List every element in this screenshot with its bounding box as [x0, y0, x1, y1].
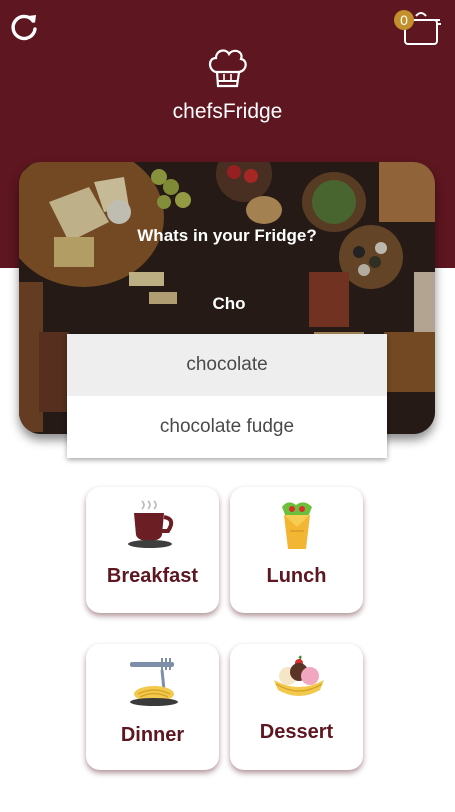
category-dessert-card[interactable]: Dessert	[230, 644, 363, 770]
refresh-icon[interactable]	[9, 12, 39, 42]
fridge-question-label: Whats in your Fridge?	[137, 226, 317, 245]
pasta-plate-icon	[130, 658, 178, 706]
app-title: chefsFridge	[172, 100, 283, 123]
banana-split-icon	[274, 655, 324, 696]
suggestion-chocolate-fudge[interactable]: chocolate fudge	[67, 396, 387, 458]
autocomplete-dropdown: chocolate chocolate fudge	[67, 334, 387, 458]
chef-hat-icon	[208, 49, 247, 88]
suggestion-chocolate[interactable]: chocolate	[67, 334, 387, 396]
cart-count-badge: 0	[394, 10, 414, 30]
category-label: Breakfast	[106, 565, 199, 587]
category-breakfast-card[interactable]: Breakfast	[86, 487, 219, 613]
category-dinner-card[interactable]: Dinner	[86, 644, 219, 770]
category-label: Lunch	[266, 565, 327, 587]
ingredient-search-input[interactable]	[67, 290, 391, 318]
coffee-cup-icon	[128, 500, 174, 548]
category-label: Dessert	[259, 721, 334, 743]
burrito-icon	[282, 502, 312, 549]
category-lunch-card[interactable]: Lunch	[230, 487, 363, 613]
category-label: Dinner	[120, 724, 185, 746]
